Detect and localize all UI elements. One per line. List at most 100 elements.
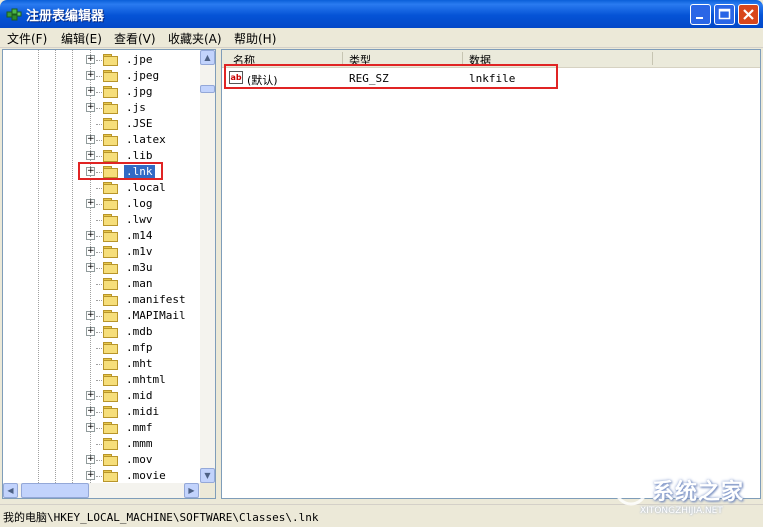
title-bar[interactable]: 注册表编辑器: [0, 0, 763, 28]
expand-icon[interactable]: +: [86, 135, 95, 144]
expand-icon[interactable]: +: [86, 423, 95, 432]
expand-icon[interactable]: +: [86, 87, 95, 96]
tree-item[interactable]: .man: [3, 276, 200, 292]
tree-item[interactable]: + .js: [3, 100, 200, 116]
tree-item-label[interactable]: .js: [124, 101, 148, 114]
expand-icon[interactable]: +: [86, 327, 95, 336]
menu-help[interactable]: 帮助(H): [234, 30, 276, 47]
tree-item-label[interactable]: .man: [124, 277, 155, 290]
tree-item-label[interactable]: .jpg: [124, 85, 155, 98]
expand-icon[interactable]: +: [86, 231, 95, 240]
tree-item[interactable]: + .latex: [3, 132, 200, 148]
tree-item[interactable]: + .movie: [3, 468, 200, 484]
tree-vertical-scrollbar[interactable]: ▲ ▼: [200, 50, 215, 483]
maximize-button[interactable]: [714, 4, 735, 25]
tree-item[interactable]: .local: [3, 180, 200, 196]
tree-item[interactable]: .mht: [3, 356, 200, 372]
tree-item-label[interactable]: .midi: [124, 405, 161, 418]
expand-icon[interactable]: +: [86, 151, 95, 160]
tree-item[interactable]: .lwv: [3, 212, 200, 228]
scroll-down-button[interactable]: ▼: [200, 468, 215, 483]
tree-item[interactable]: + .mdb: [3, 324, 200, 340]
tree-item[interactable]: + .midi: [3, 404, 200, 420]
tree-item-label[interactable]: .manifest: [124, 293, 188, 306]
expand-icon[interactable]: +: [86, 103, 95, 112]
expand-icon[interactable]: +: [86, 471, 95, 480]
tree-item-label[interactable]: .mdb: [124, 325, 155, 338]
tree-item-label[interactable]: .m1v: [124, 245, 155, 258]
tree-item-label[interactable]: .log: [124, 197, 155, 210]
tree-item[interactable]: .JSE: [3, 116, 200, 132]
tree-item-label[interactable]: .jpe: [124, 53, 155, 66]
tree-item[interactable]: + .MAPIMail: [3, 308, 200, 324]
scroll-left-button[interactable]: ◀: [3, 483, 18, 498]
expand-icon[interactable]: +: [86, 391, 95, 400]
tree-item-label[interactable]: .latex: [124, 133, 168, 146]
tree-item-label[interactable]: .lwv: [124, 213, 155, 226]
tree-item[interactable]: .mmm: [3, 436, 200, 452]
tree-item[interactable]: + .m14: [3, 228, 200, 244]
tree-item[interactable]: + .mov: [3, 452, 200, 468]
folder-icon: [103, 454, 118, 466]
minimize-button[interactable]: [690, 4, 711, 25]
tree-item-label[interactable]: .mmm: [124, 437, 155, 450]
tree-item[interactable]: + .mmf: [3, 420, 200, 436]
menu-file[interactable]: 文件(F): [7, 30, 47, 47]
tree-item-label[interactable]: .m14: [124, 229, 155, 242]
tree-horizontal-scrollbar[interactable]: ◀ ▶: [3, 483, 200, 498]
menu-edit[interactable]: 编辑(E): [61, 30, 102, 47]
tree-item[interactable]: .mhtml: [3, 372, 200, 388]
tree-item-label[interactable]: .local: [124, 181, 168, 194]
folder-icon: [103, 134, 118, 146]
value-row-highlight-box: [224, 64, 558, 89]
tree-item-label[interactable]: .movie: [124, 469, 168, 482]
scrollbar-corner: [200, 483, 215, 498]
tree-item-label[interactable]: .MAPIMail: [124, 309, 188, 322]
selected-key-highlight-box: [78, 162, 163, 180]
tree-item[interactable]: + .jpeg: [3, 68, 200, 84]
folder-icon: [103, 150, 118, 162]
tree-item[interactable]: .mfp: [3, 340, 200, 356]
window-title: 注册表编辑器: [26, 9, 105, 24]
tree-item-label[interactable]: .mht: [124, 357, 155, 370]
vertical-scroll-thumb[interactable]: [200, 85, 215, 93]
expand-icon[interactable]: +: [86, 455, 95, 464]
expand-icon[interactable]: +: [86, 71, 95, 80]
expand-icon[interactable]: +: [86, 55, 95, 64]
expand-icon[interactable]: +: [86, 263, 95, 272]
scroll-up-button[interactable]: ▲: [200, 50, 215, 65]
tree-item-label[interactable]: .mid: [124, 389, 155, 402]
tree-item-label[interactable]: .mov: [124, 453, 155, 466]
tree-item[interactable]: + .log: [3, 196, 200, 212]
folder-icon: [103, 246, 118, 258]
watermark-subtext: XITONGZHIJIA.NET: [640, 506, 723, 516]
values-list-pane[interactable]: 名称 类型 数据 ab (默认) REG_SZ lnkfile: [221, 49, 761, 499]
folder-icon: [103, 102, 118, 114]
tree-item[interactable]: + .m3u: [3, 260, 200, 276]
expand-icon[interactable]: +: [86, 247, 95, 256]
tree-item-label[interactable]: .mmf: [124, 421, 155, 434]
expand-icon[interactable]: +: [86, 311, 95, 320]
tree-item-label[interactable]: .lib: [124, 149, 155, 162]
horizontal-scroll-thumb[interactable]: [21, 483, 89, 498]
tree-item-label[interactable]: .m3u: [124, 261, 155, 274]
tree-item-label[interactable]: .JSE: [124, 117, 155, 130]
key-tree-pane[interactable]: + .jpe + .jpeg + .jpg + .js .JSE + .latex + .lib + .ln…: [2, 49, 216, 499]
close-button[interactable]: [738, 4, 759, 25]
expand-icon[interactable]: +: [86, 199, 95, 208]
tree-item[interactable]: + .jpg: [3, 84, 200, 100]
menu-favorites[interactable]: 收藏夹(A): [168, 30, 222, 47]
tree-item[interactable]: .manifest: [3, 292, 200, 308]
tree-item[interactable]: + .jpe: [3, 52, 200, 68]
tree-item-label[interactable]: .mhtml: [124, 373, 168, 386]
expand-icon[interactable]: +: [86, 407, 95, 416]
folder-icon: [103, 294, 118, 306]
tree-item-label[interactable]: .mfp: [124, 341, 155, 354]
tree-item[interactable]: + .mid: [3, 388, 200, 404]
tree-item-label[interactable]: .jpeg: [124, 69, 161, 82]
scroll-right-button[interactable]: ▶: [184, 483, 199, 498]
menu-view[interactable]: 查看(V): [114, 30, 156, 47]
tree-item[interactable]: + .m1v: [3, 244, 200, 260]
folder-icon: [103, 198, 118, 210]
folder-icon: [103, 342, 118, 354]
